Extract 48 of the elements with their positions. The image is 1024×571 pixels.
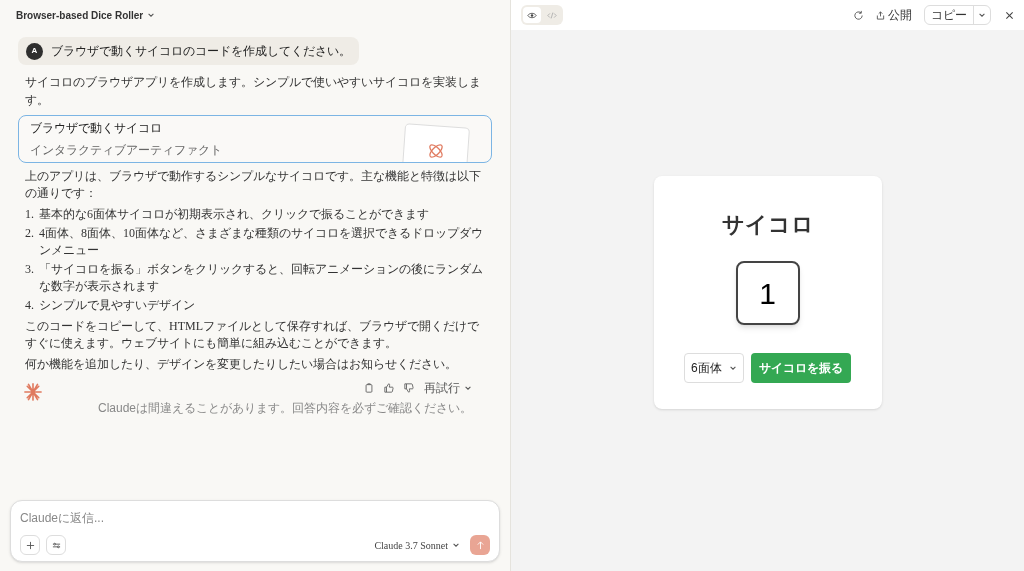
model-selector[interactable]: Claude 3.7 Sonnet (374, 537, 460, 553)
retry-button[interactable]: 再試行 (424, 379, 472, 397)
add-button[interactable] (20, 535, 40, 555)
plus-icon (25, 540, 35, 550)
chat-title[interactable]: Browser-based Dice Roller (16, 7, 144, 23)
paragraph-text: このコードをコピーして、HTMLファイルとして保存すれば、ブラウザで開くだけですぐに使えます。ウェブサイトにも簡単に組み込むことができます。 (25, 318, 480, 352)
paragraph-text: 上のアプリは、ブラウザで動作するシンプルなサイコロです。主な機能と特徴は以下の通りです： (25, 168, 482, 202)
artifact-subtitle: インタラクティブアーティファクト (30, 142, 223, 159)
intro-text: サイコロのブラウザアプリを作成します。シンプルで使いやすいサイコロを実装します。 (25, 74, 482, 109)
arrow-up-icon (475, 540, 485, 550)
list-number: 3. (25, 261, 35, 278)
chevron-down-icon (452, 541, 460, 549)
disclaimer-text: Claudeは間違えることがあります。回答内容を必ずご確認ください。 (97, 400, 472, 417)
copy-icon[interactable] (364, 383, 374, 393)
claude-logo-icon (24, 383, 42, 401)
list-item-text: シンプルで見やすいデザイン (39, 297, 195, 314)
user-avatar: A (26, 42, 43, 60)
list-item-text: 「サイコロを振る」ボタンをクリックすると、回転アニメーションの後にランダムな数字が表示されます (39, 261, 484, 295)
chevron-down-icon (147, 11, 156, 19)
publish-button[interactable]: 公開 (876, 6, 912, 24)
list-item-text: 基本的な6面体サイコロが初期表示され、クリックで振ることができます (39, 206, 429, 223)
die-face[interactable]: 1 (735, 261, 800, 325)
thumbs-up-icon[interactable] (384, 383, 394, 393)
sliders-icon (51, 540, 61, 550)
dice-type-select[interactable]: 6面体 (684, 353, 744, 383)
list-item-text: 4面体、8面体、10面体など、さまざまな種類のサイコロを選択できるドロップダウンメニュー (39, 225, 484, 259)
eye-icon (527, 11, 537, 19)
artifact-title: ブラウザで動くサイコロ (30, 120, 163, 137)
paragraph-text: 何か機能を追加したり、デザインを変更したりしたい場合はお知らせください。 (25, 356, 458, 373)
tools-button[interactable] (46, 535, 66, 555)
close-icon[interactable] (1005, 10, 1014, 20)
artifact-thumbnail-icon (401, 123, 471, 162)
reply-box[interactable]: Claudeに返信... Claude 3.7 Sonnet (10, 500, 500, 562)
chevron-down-icon (729, 364, 737, 372)
user-message: ブラウザで動くサイコロのコードを作成してください。 (51, 43, 351, 60)
thumbs-down-icon[interactable] (404, 383, 414, 393)
list-number: 4. (25, 297, 35, 314)
app-title: サイコロ (721, 211, 814, 239)
reply-input[interactable]: Claudeに返信... (20, 509, 490, 527)
artifact-card[interactable]: ブラウザで動くサイコロ インタラクティブアーティファクト (18, 115, 492, 163)
list-number: 2. (25, 225, 35, 242)
preview-tab[interactable] (523, 7, 541, 23)
list-number: 1. (25, 206, 35, 223)
chevron-down-icon (464, 384, 472, 392)
share-icon (876, 10, 885, 20)
code-icon (547, 11, 557, 19)
chevron-down-icon (978, 11, 986, 19)
refresh-icon[interactable] (853, 9, 864, 21)
